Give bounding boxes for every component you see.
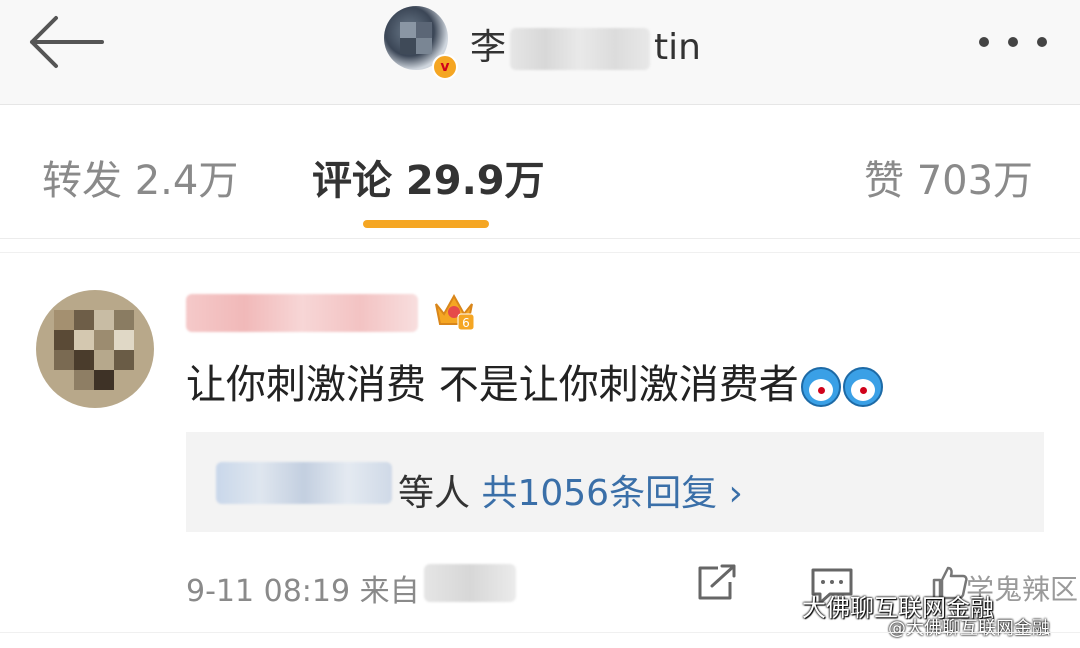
- tab-likes[interactable]: 赞 703万: [864, 148, 1033, 206]
- source-device-blur: [424, 564, 516, 602]
- vip-crown-icon: 6: [435, 293, 475, 331]
- tab-comments[interactable]: 评论 29.9万: [312, 148, 545, 206]
- tab-reposts[interactable]: 转发 2.4万: [42, 148, 238, 206]
- redacted-name-blur: [510, 28, 651, 70]
- tab-bar: 转发 2.4万 评论 29.9万 赞 703万: [0, 104, 1080, 239]
- bottom-divider: [0, 632, 1080, 633]
- reply-summary-box[interactable]: 等人 共1056条回复 ›: [186, 432, 1044, 532]
- comment-body: 让你刺激消费 不是让你刺激消费者: [186, 362, 799, 408]
- chevron-right-icon: ›: [728, 473, 743, 514]
- wechat-icon: [771, 589, 799, 612]
- share-icon[interactable]: [696, 564, 738, 602]
- profile-name[interactable]: 李 tin: [470, 18, 701, 70]
- verified-badge-icon: v: [432, 54, 458, 80]
- divider: [0, 252, 1080, 253]
- comment-time: 9-11 08:19: [186, 574, 351, 609]
- comment-text: 让你刺激消费 不是让你刺激消费者: [186, 352, 883, 410]
- comment-meta: 9-11 08:19 来自: [186, 566, 420, 610]
- source-prefix: 来自: [359, 574, 420, 609]
- reply-summary-suffix: 等人: [398, 473, 471, 514]
- reply-summary: 等人 共1056条回复 ›: [398, 464, 743, 516]
- doraemon-emoji-icon: [842, 367, 883, 407]
- more-options-icon[interactable]: [978, 36, 1048, 48]
- commenter-name-blur[interactable]: [186, 294, 418, 332]
- svg-text:6: 6: [462, 316, 470, 330]
- top-bar: v 李 tin: [0, 0, 1080, 105]
- reply-count-link[interactable]: 共1056条回复: [481, 473, 717, 514]
- watermark-sub: @大佛聊互联网金融: [888, 618, 1050, 639]
- profile-name-end: tin: [654, 27, 701, 68]
- back-arrow-icon[interactable]: [28, 14, 106, 70]
- active-tab-indicator: [363, 220, 489, 228]
- commenter-avatar[interactable]: [36, 290, 154, 408]
- profile-name-start: 李: [470, 27, 507, 68]
- doraemon-emoji-icon: [800, 367, 841, 407]
- replier-names-blur: [216, 462, 392, 504]
